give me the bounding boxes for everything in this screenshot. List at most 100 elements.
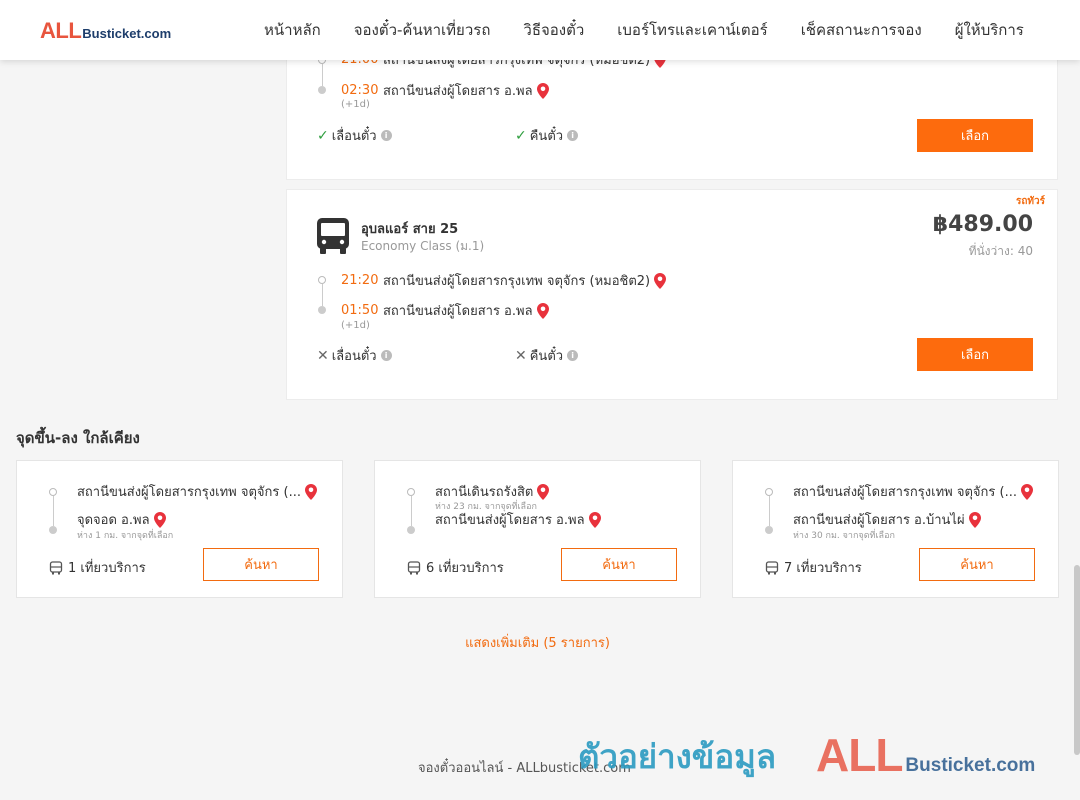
watermark-logo-busticket: Busticket.com [905, 755, 1036, 776]
nav-operators[interactable]: ผู้ให้บริการ [955, 18, 1024, 42]
nearby-card: สถานีเดินรถรังสิต ห่าง 23 กม. จากจุดที่เ… [374, 460, 701, 598]
trip-count-label: 6 เที่ยวบริการ [426, 561, 504, 576]
route-line [322, 64, 323, 86]
route-line [53, 496, 54, 526]
nearby-to: สถานีขนส่งผู้โดยสาร อ.บ้านไผ่ [793, 509, 981, 530]
to-dot [407, 526, 415, 534]
trip-count: 7 เที่ยวบริการ [765, 557, 862, 578]
route-line [411, 496, 412, 526]
trip-count: 1 เที่ยวบริการ [49, 557, 146, 578]
nearby-card: สถานีขนส่งผู้โดยสารกรุงเทพ จตุจักร (... … [732, 460, 1059, 598]
page-scrollbar[interactable] [1074, 565, 1080, 755]
departure-time: 21:20 [341, 273, 379, 288]
feature-label: คืนตั๋ว [529, 349, 564, 364]
nav-book-search[interactable]: จองตั๋ว-ค้นหาเที่ยวรถ [354, 18, 491, 42]
feature-refund: ✓ คืนตั๋ว i [515, 125, 579, 146]
nav-how-to-book[interactable]: วิธีจองตั๋ว [523, 18, 584, 42]
search-button[interactable]: ค้นหา [561, 548, 677, 581]
location-pin-icon[interactable] [588, 511, 601, 528]
info-icon[interactable]: i [567, 350, 579, 361]
arrival-row: 02:30 สถานีขนส่งผู้โดยสาร อ.พล [341, 80, 549, 101]
check-icon: ✓ [317, 127, 329, 144]
departure-dot [318, 276, 326, 284]
bus-small-icon [407, 560, 421, 574]
route-line [322, 284, 323, 306]
location-pin-icon[interactable] [968, 511, 981, 528]
sample-watermark: ตัวอย่างข้อมูล [578, 737, 777, 776]
nav-home[interactable]: หน้าหลัก [264, 18, 321, 42]
bus-icon [317, 218, 349, 254]
nearby-card: สถานีขนส่งผู้โดยสารกรุงเทพ จตุจักร (... … [16, 460, 343, 598]
info-icon[interactable]: i [567, 130, 579, 141]
nearby-to: จุดจอด อ.พล [77, 509, 166, 530]
route-line [769, 496, 770, 526]
location-pin-icon[interactable] [536, 302, 549, 319]
arrival-place: สถานีขนส่งผู้โดยสาร อ.พล [383, 84, 533, 99]
trip-count-label: 1 เที่ยวบริการ [68, 561, 146, 576]
search-button[interactable]: ค้นหา [203, 548, 319, 581]
search-button[interactable]: ค้นหา [919, 548, 1035, 581]
trip-count: 6 เที่ยวบริการ [407, 557, 504, 578]
location-pin-icon[interactable] [537, 483, 550, 500]
to-place: จุดจอด อ.พล [77, 513, 150, 528]
from-dot [49, 488, 57, 496]
bus-small-icon [49, 560, 63, 574]
check-icon: ✓ [515, 127, 527, 144]
arrival-time: 01:50 [341, 303, 379, 318]
feature-refund: ✕ คืนตั๋ว i [515, 345, 579, 366]
location-pin-icon[interactable] [654, 272, 667, 289]
feature-reschedule: ✓ เลื่อนตั๋ว i [317, 125, 392, 146]
feature-label: คืนตั๋ว [529, 129, 564, 144]
watermark-logo-all: ALL [816, 729, 903, 781]
show-more-link[interactable]: แสดงเพิ่มเติม (5 รายการ) [0, 632, 1075, 653]
logo-busticket: Busticket.com [82, 26, 172, 41]
feature-label: เลื่อนตั๋ว [331, 129, 377, 144]
arrival-time: 02:30 [341, 83, 379, 98]
arrival-place: สถานีขนส่งผู้โดยสาร อ.พล [383, 304, 533, 319]
trip-card-2: รถทัวร์ อุบลแอร์ สาย 25 Economy Class (ม… [286, 189, 1058, 400]
location-pin-icon[interactable] [536, 82, 549, 99]
departure-place: สถานีขนส่งผู้โดยสารกรุงเทพ จตุจักร (หมอช… [383, 274, 651, 289]
arrival-row: 01:50 สถานีขนส่งผู้โดยสาร อ.พล [341, 300, 549, 321]
nearby-from: สถานีขนส่งผู้โดยสารกรุงเทพ จตุจักร (... [793, 481, 1033, 502]
cross-icon: ✕ [317, 347, 329, 364]
arrival-dot [318, 86, 326, 94]
info-icon[interactable]: i [380, 350, 392, 361]
select-trip-button[interactable]: เลือก [917, 119, 1033, 152]
nearby-section-title: จุดขึ้น-ลง ใกล้เคียง [16, 429, 140, 447]
logo-all: ALL [40, 18, 82, 43]
location-pin-icon[interactable] [1020, 483, 1033, 500]
operator-name: อุบลแอร์ สาย 25 [361, 222, 459, 237]
nav-check-status[interactable]: เช็คสถานะการจอง [801, 18, 922, 42]
bus-type-tag: รถทัวร์ [1015, 196, 1045, 207]
feature-reschedule: ✕ เลื่อนตั๋ว i [317, 345, 392, 366]
nav-phone-counter[interactable]: เบอร์โทรและเคาน์เตอร์ [617, 18, 767, 42]
arrival-dot [318, 306, 326, 314]
select-trip-button[interactable]: เลือก [917, 338, 1033, 371]
bus-class: Economy Class (ม.1) [361, 239, 485, 253]
to-place: สถานีขนส่งผู้โดยสาร อ.บ้านไผ่ [793, 513, 965, 528]
site-logo[interactable]: ALL Busticket.com [40, 18, 171, 44]
to-dot [49, 526, 57, 534]
to-dot [765, 526, 773, 534]
trip-count-label: 7 เที่ยวบริการ [784, 561, 862, 576]
from-place: สถานีขนส่งผู้โดยสารกรุงเทพ จตุจักร (... [793, 485, 1017, 500]
location-pin-icon[interactable] [153, 511, 166, 528]
nearby-to: สถานีขนส่งผู้โดยสาร อ.พล [435, 509, 601, 530]
to-distance: ห่าง 1 กม. จากจุดที่เลือก [77, 531, 174, 541]
nearby-from: สถานีขนส่งผู้โดยสารกรุงเทพ จตุจักร (... [77, 481, 317, 502]
ticket-price: ฿489.00 [932, 212, 1033, 237]
to-place: สถานีขนส่งผู้โดยสาร อ.พล [435, 513, 585, 528]
from-dot [407, 488, 415, 496]
location-pin-icon[interactable] [304, 483, 317, 500]
next-day-note: (+1d) [341, 99, 370, 110]
next-day-note: (+1d) [341, 320, 370, 331]
info-icon[interactable]: i [380, 130, 392, 141]
main-nav: หน้าหลัก จองตั๋ว-ค้นหาเที่ยวรถ วิธีจองตั… [264, 0, 1024, 60]
show-more-label[interactable]: แสดงเพิ่มเติม (5 รายการ) [465, 636, 610, 651]
seats-available: ที่นั่งว่าง: 40 [968, 244, 1033, 258]
from-dot [765, 488, 773, 496]
feature-label: เลื่อนตั๋ว [331, 349, 377, 364]
departure-row: 21:20 สถานีขนส่งผู้โดยสารกรุงเทพ จตุจักร… [341, 270, 667, 291]
to-distance: ห่าง 30 กม. จากจุดที่เลือก [793, 531, 895, 541]
